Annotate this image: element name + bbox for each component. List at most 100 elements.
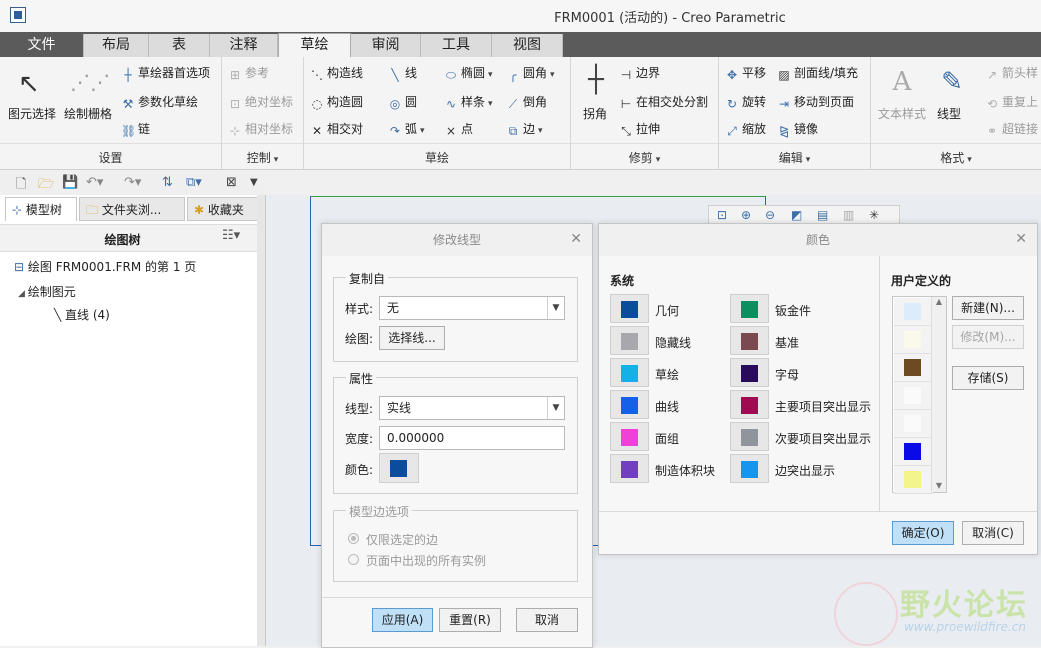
tree-item-lines[interactable]: ╲ 直线 (4) bbox=[54, 306, 110, 323]
tab-file[interactable]: 文件 bbox=[0, 34, 84, 57]
group-label-format[interactable]: 格式 ▾ bbox=[871, 143, 1041, 165]
tab-model-tree[interactable]: ⊹ 模型树 bbox=[5, 197, 77, 221]
tab-sketch[interactable]: 草绘 bbox=[278, 33, 351, 58]
regenerate-icon[interactable]: ⇅ bbox=[162, 175, 173, 190]
ok-button[interactable]: 确定(O) bbox=[892, 521, 954, 545]
stretch-button[interactable]: ⤡ 拉伸 bbox=[619, 120, 660, 138]
arc-button[interactable]: ↷ 弧 ▾ bbox=[388, 120, 425, 138]
system-color-button[interactable] bbox=[610, 294, 649, 323]
tab-layout[interactable]: 布局 bbox=[84, 34, 149, 57]
redo-icon[interactable]: ↷▾ bbox=[124, 175, 141, 190]
customize-toolbar-icon[interactable]: ▼ bbox=[250, 177, 258, 188]
group-label-edit[interactable]: 编辑 ▾ bbox=[719, 143, 870, 165]
absolute-coord-button[interactable]: ⊡ 绝对坐标 bbox=[228, 93, 293, 111]
relative-coord-button[interactable]: ⊹ 相对坐标 bbox=[228, 120, 293, 138]
display-icon[interactable]: ▥ bbox=[843, 208, 854, 222]
user-color-item[interactable] bbox=[894, 438, 933, 466]
grid-button[interactable]: 绘制栅格 bbox=[64, 105, 112, 122]
system-color-button[interactable] bbox=[610, 422, 649, 451]
new-file-icon[interactable]: 🗋 bbox=[16, 175, 26, 197]
tree-settings-icon[interactable]: ☷▾ bbox=[222, 228, 240, 243]
system-color-button[interactable] bbox=[610, 326, 649, 355]
repeat-last-button[interactable]: ⟲ 重复上 bbox=[985, 93, 1038, 111]
spline-button[interactable]: ∿ 样条 ▾ bbox=[444, 93, 493, 111]
select-button[interactable]: 图元选择 bbox=[8, 105, 56, 122]
close-window-icon[interactable]: ⊠ bbox=[226, 175, 237, 190]
radio-selected-edges[interactable] bbox=[348, 533, 359, 544]
system-color-button[interactable] bbox=[730, 422, 769, 451]
intersect-button[interactable]: ✕ 相交对 bbox=[310, 120, 363, 138]
left-panel-scrollbar[interactable] bbox=[257, 195, 265, 646]
user-color-item[interactable] bbox=[894, 466, 933, 494]
user-list-scrollbar[interactable]: ▲ ▼ bbox=[931, 297, 946, 492]
scroll-up-icon[interactable]: ▲ bbox=[932, 297, 946, 306]
split-button[interactable]: ⊢ 在相交处分割 bbox=[619, 93, 708, 111]
system-color-button[interactable] bbox=[610, 390, 649, 419]
style-select[interactable]: 无 ▼ bbox=[379, 296, 565, 320]
reference-button[interactable]: ⊞ 参考 bbox=[228, 64, 269, 82]
refit-icon[interactable]: ⊡ bbox=[717, 208, 727, 222]
system-color-button[interactable] bbox=[610, 358, 649, 387]
boundary-button[interactable]: ⊣ 边界 bbox=[619, 64, 660, 82]
windows-icon[interactable]: ⧉▾ bbox=[186, 175, 202, 190]
user-color-item[interactable] bbox=[894, 410, 933, 438]
user-color-item[interactable] bbox=[894, 298, 933, 326]
system-color-button[interactable] bbox=[730, 294, 769, 323]
user-color-item[interactable] bbox=[894, 326, 933, 354]
tab-folder-browser[interactable]: 🗀 文件夹浏... bbox=[79, 197, 185, 221]
tab-table[interactable]: 表 bbox=[149, 34, 210, 57]
text-style-button[interactable]: 文本样式 bbox=[878, 105, 926, 122]
mirror-button[interactable]: ⧎ 镜像 bbox=[777, 120, 818, 138]
translate-button[interactable]: ✥ 平移 bbox=[725, 64, 766, 82]
tab-annotate[interactable]: 注释 bbox=[210, 34, 278, 57]
line-button[interactable]: ╲ 线 bbox=[388, 64, 417, 82]
chamfer-button[interactable]: ⟋ 倒角 bbox=[506, 93, 547, 111]
rotate-button[interactable]: ↻ 旋转 bbox=[725, 93, 766, 111]
close-icon[interactable]: ✕ bbox=[570, 231, 582, 247]
tab-favorites[interactable]: ✱ 收藏夹 bbox=[187, 197, 259, 221]
hatch-fill-button[interactable]: ▨ 剖面线/填充 bbox=[777, 64, 858, 82]
tab-tools[interactable]: 工具 bbox=[421, 34, 492, 57]
group-label-trim[interactable]: 修剪 ▾ bbox=[571, 143, 718, 165]
color-button[interactable] bbox=[379, 453, 419, 483]
tab-review[interactable]: 审阅 bbox=[351, 34, 421, 57]
tree-item-sheet[interactable]: ⊟ 绘图 FRM0001.FRM 的第 1 页 bbox=[14, 258, 196, 275]
user-color-item[interactable] bbox=[894, 382, 933, 410]
modify-color-button[interactable]: 修改(M)... bbox=[952, 325, 1024, 349]
zoom-out-icon[interactable]: ⊖ bbox=[765, 208, 775, 222]
save-icon[interactable]: 💾 bbox=[62, 175, 78, 190]
group-label-control[interactable]: 控制 ▾ bbox=[222, 143, 303, 165]
line-style-button[interactable]: 线型 bbox=[937, 105, 961, 122]
apply-button[interactable]: 应用(A) bbox=[372, 608, 433, 632]
circle-button[interactable]: ◎ 圆 bbox=[388, 93, 417, 111]
undo-icon[interactable]: ↶▾ bbox=[86, 175, 103, 190]
reset-button[interactable]: 重置(R) bbox=[439, 608, 501, 632]
datum-display-icon[interactable]: ✳ bbox=[869, 208, 879, 222]
chain-button[interactable]: ⛓ 链 bbox=[121, 120, 150, 138]
close-icon[interactable]: ✕ bbox=[1015, 231, 1027, 247]
radio-all-instances[interactable] bbox=[348, 554, 359, 565]
construct-line-button[interactable]: ⋱ 构造线 bbox=[310, 64, 363, 82]
cancel-color-button[interactable]: 取消(C) bbox=[962, 521, 1024, 545]
cancel-button[interactable]: 取消 bbox=[516, 608, 578, 632]
corner-button[interactable]: 拐角 bbox=[583, 105, 607, 122]
scale-button[interactable]: ⤢ 缩放 bbox=[725, 120, 766, 138]
user-color-item[interactable] bbox=[894, 354, 933, 382]
tree-item-draft-entities[interactable]: ◢ 绘制图元 bbox=[18, 283, 76, 300]
system-color-button[interactable] bbox=[610, 454, 649, 483]
scroll-down-icon[interactable]: ▼ bbox=[932, 481, 946, 490]
sheet-icon[interactable]: ▤ bbox=[817, 208, 828, 222]
system-color-button[interactable] bbox=[730, 390, 769, 419]
system-color-button[interactable] bbox=[730, 454, 769, 483]
sketcher-prefs-button[interactable]: ┼ 草绘器首选项 bbox=[121, 64, 210, 82]
arrow-style-button[interactable]: ↗ 箭头样 bbox=[985, 64, 1038, 82]
expand-caret-icon[interactable]: ◢ bbox=[18, 289, 28, 299]
new-color-button[interactable]: 新建(N)... bbox=[952, 296, 1024, 320]
param-sketch-button[interactable]: ⚒ 参数化草绘 bbox=[121, 93, 198, 111]
zoom-in-icon[interactable]: ⊕ bbox=[741, 208, 751, 222]
construct-circle-button[interactable]: ◌ 构造圆 bbox=[310, 93, 363, 111]
move-to-page-button[interactable]: ⇥ 移动到页面 bbox=[777, 93, 854, 111]
edge-button[interactable]: ⧉ 边 ▾ bbox=[506, 120, 543, 138]
hyperlink-button[interactable]: ⚭ 超链接 bbox=[985, 120, 1038, 138]
linetype-select[interactable]: 实线 ▼ bbox=[379, 396, 565, 420]
